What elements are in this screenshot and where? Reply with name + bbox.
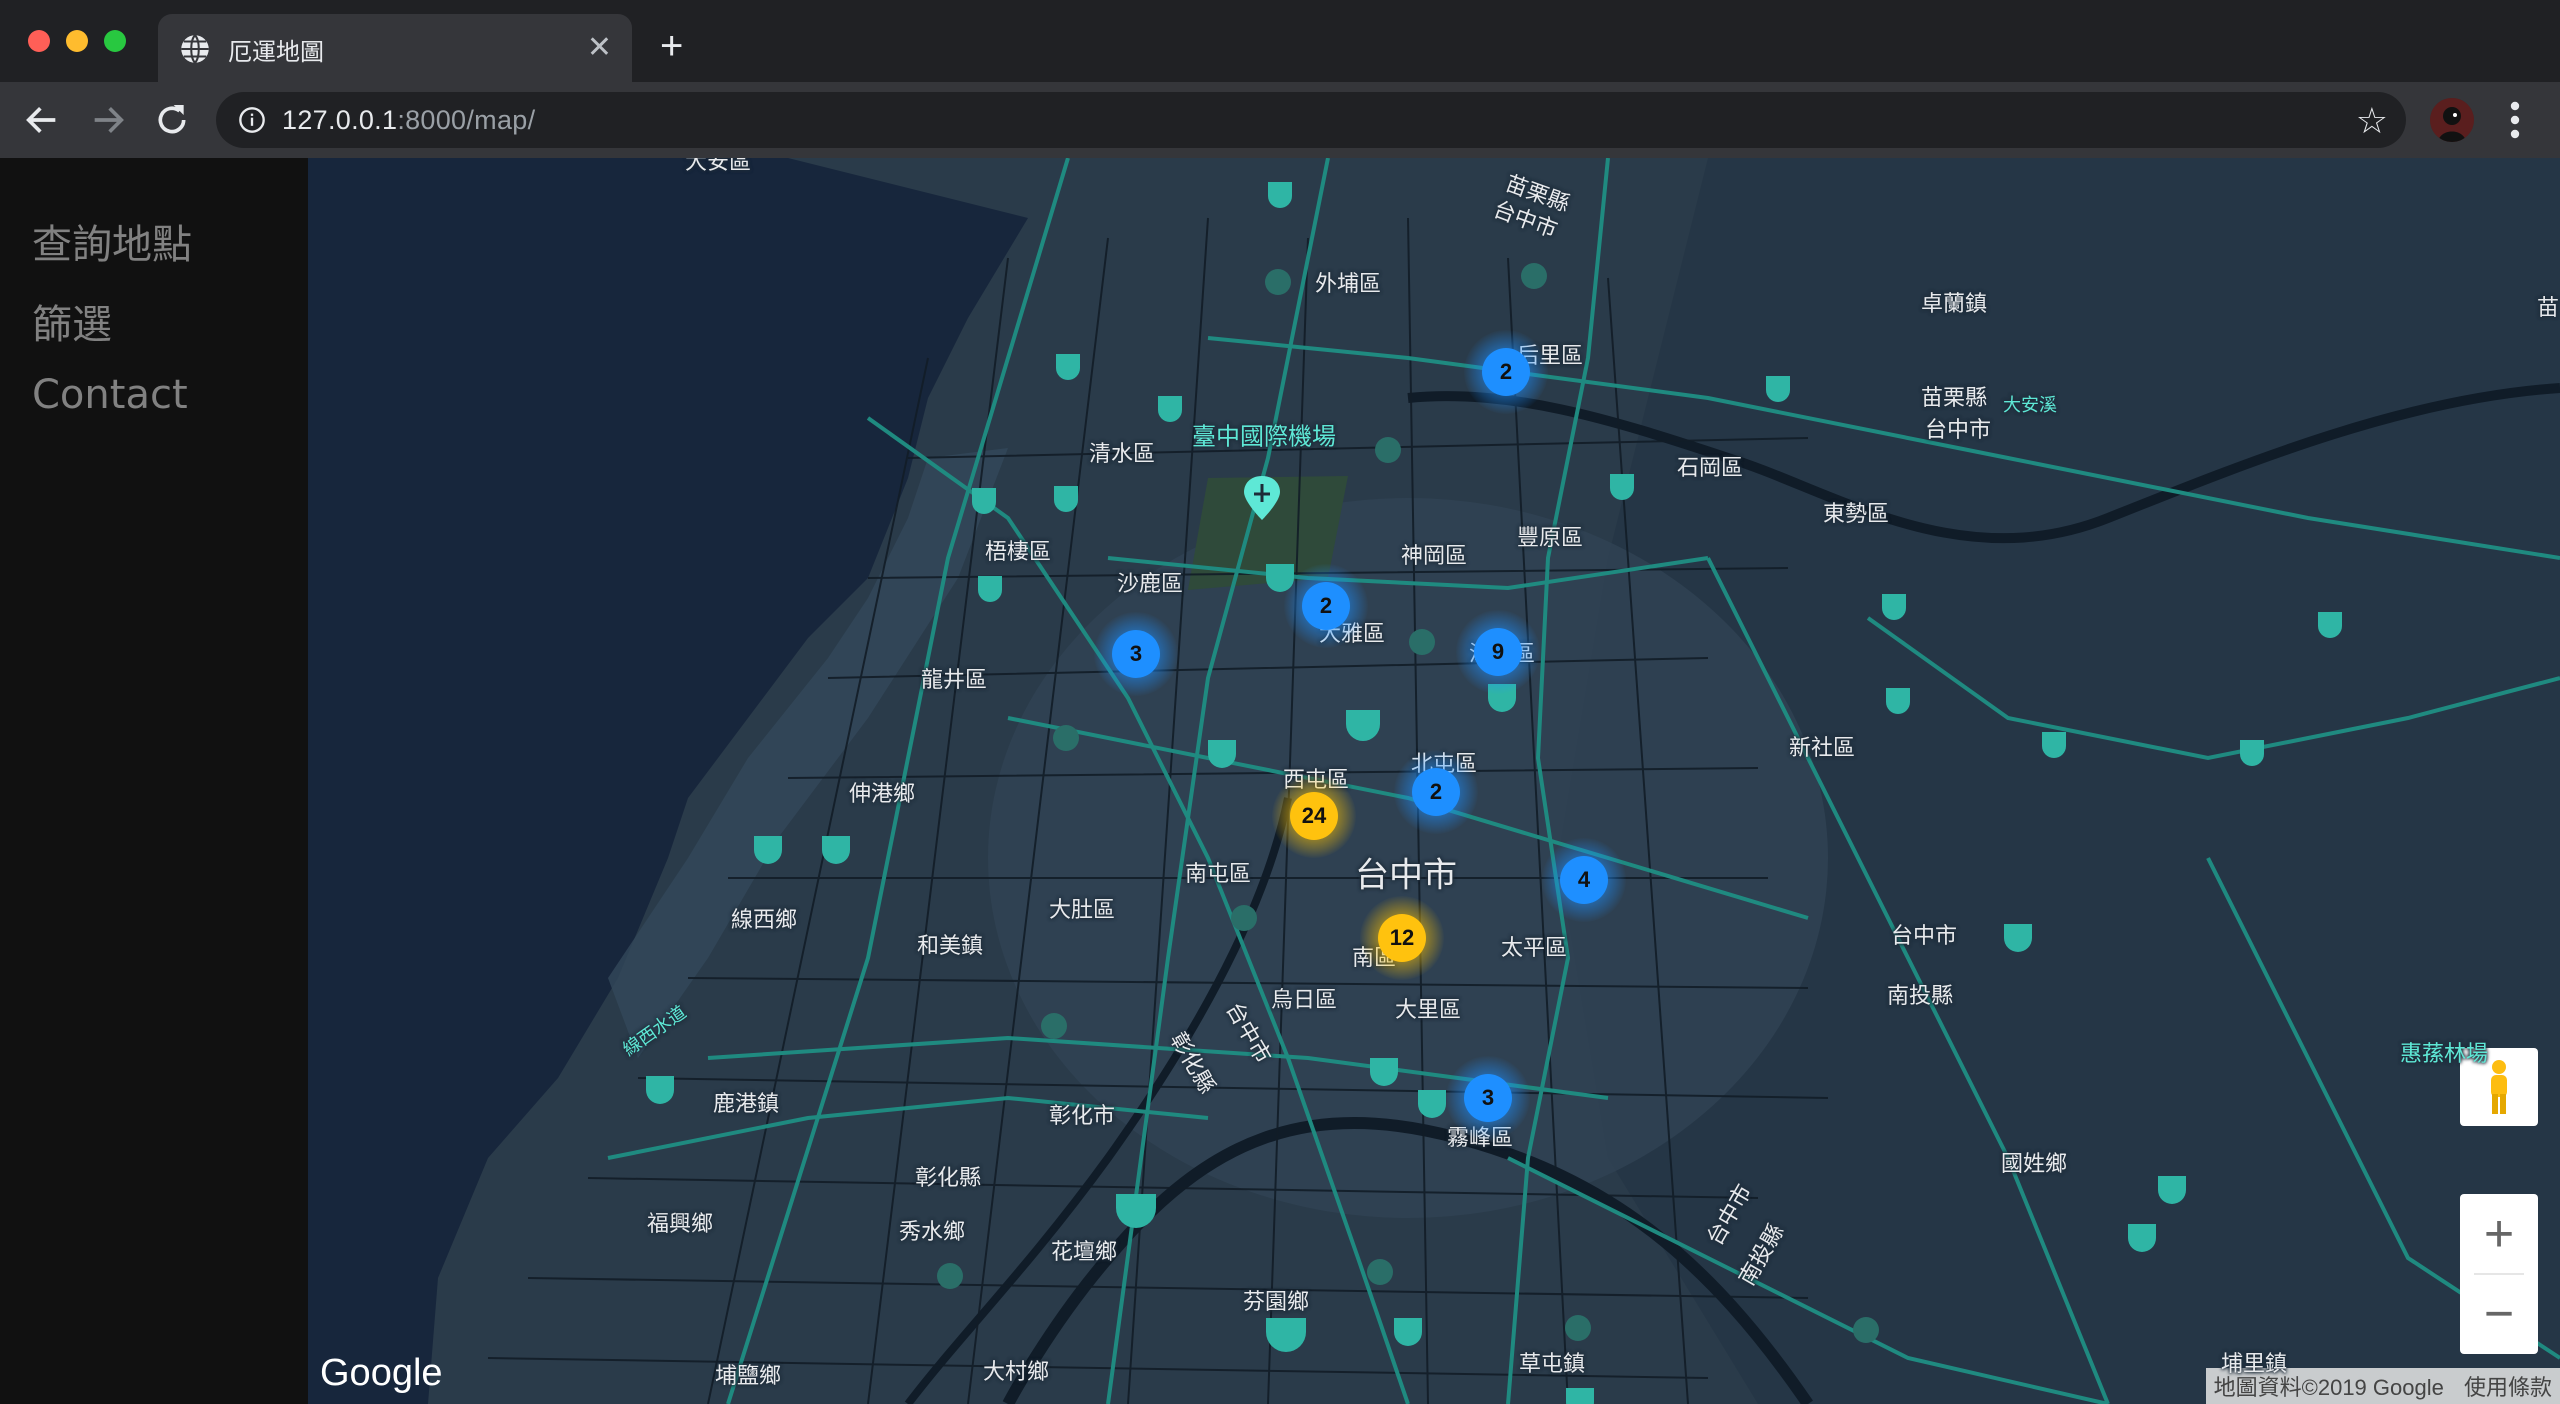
info-icon[interactable] [238, 106, 266, 134]
tab-title: 厄運地圖 [228, 38, 324, 66]
minimize-window-button[interactable] [66, 30, 88, 52]
sidebar: 查詢地點 篩選 Contact [0, 158, 308, 1404]
avatar-image [2430, 98, 2474, 142]
zoom-out-button[interactable]: − [2460, 1274, 2538, 1354]
arrow-right-icon[interactable] [88, 100, 128, 140]
sidebar-item-filter[interactable]: 篩選 [32, 292, 112, 350]
pegman-figure [2491, 1060, 2507, 1114]
map-basemap [308, 158, 2560, 1404]
globe-icon [181, 34, 209, 64]
close-tab-icon[interactable]: ✕ [587, 28, 612, 68]
sidebar-item-contact[interactable]: Contact [32, 372, 188, 418]
browser-toolbar: 127.0.0.1:8000/map/ ☆ [0, 82, 2560, 158]
zoom-in-button[interactable]: + [2460, 1194, 2538, 1274]
street-view-pegman-icon[interactable] [2460, 1048, 2538, 1126]
bookmark-star-icon[interactable]: ☆ [2356, 100, 2388, 142]
google-logo: Google [320, 1352, 443, 1394]
zoom-control: + − [2460, 1194, 2538, 1354]
address-bar[interactable]: 127.0.0.1:8000/map/ ☆ [216, 92, 2406, 148]
sidebar-item-search-location[interactable]: 查詢地點 [32, 212, 192, 270]
map-canvas[interactable]: Google 地圖資料©2019 Google 使用條款 + − [308, 158, 2560, 1404]
arrow-left-icon[interactable] [22, 100, 62, 140]
kebab-menu-icon[interactable] [2508, 98, 2522, 142]
new-tab-button[interactable]: + [660, 26, 683, 66]
profile-avatar[interactable] [2430, 98, 2474, 142]
url-text: 127.0.0.1:8000/map/ [282, 105, 535, 136]
browser-tab-bar: 厄運地圖 ✕ + [0, 0, 2560, 84]
url-path: :8000/map/ [397, 105, 536, 135]
terms-link[interactable]: 使用條款 [2464, 1375, 2552, 1400]
browser-tab[interactable]: 厄運地圖 ✕ [158, 14, 632, 84]
map-data-credit: 地圖資料©2019 Google [2213, 1375, 2444, 1400]
map-attribution: 地圖資料©2019 Google 使用條款 [2205, 1368, 2560, 1404]
maximize-window-button[interactable] [104, 30, 126, 52]
close-window-button[interactable] [28, 30, 50, 52]
reload-icon[interactable] [152, 100, 192, 140]
url-host: 127.0.0.1 [282, 105, 398, 135]
